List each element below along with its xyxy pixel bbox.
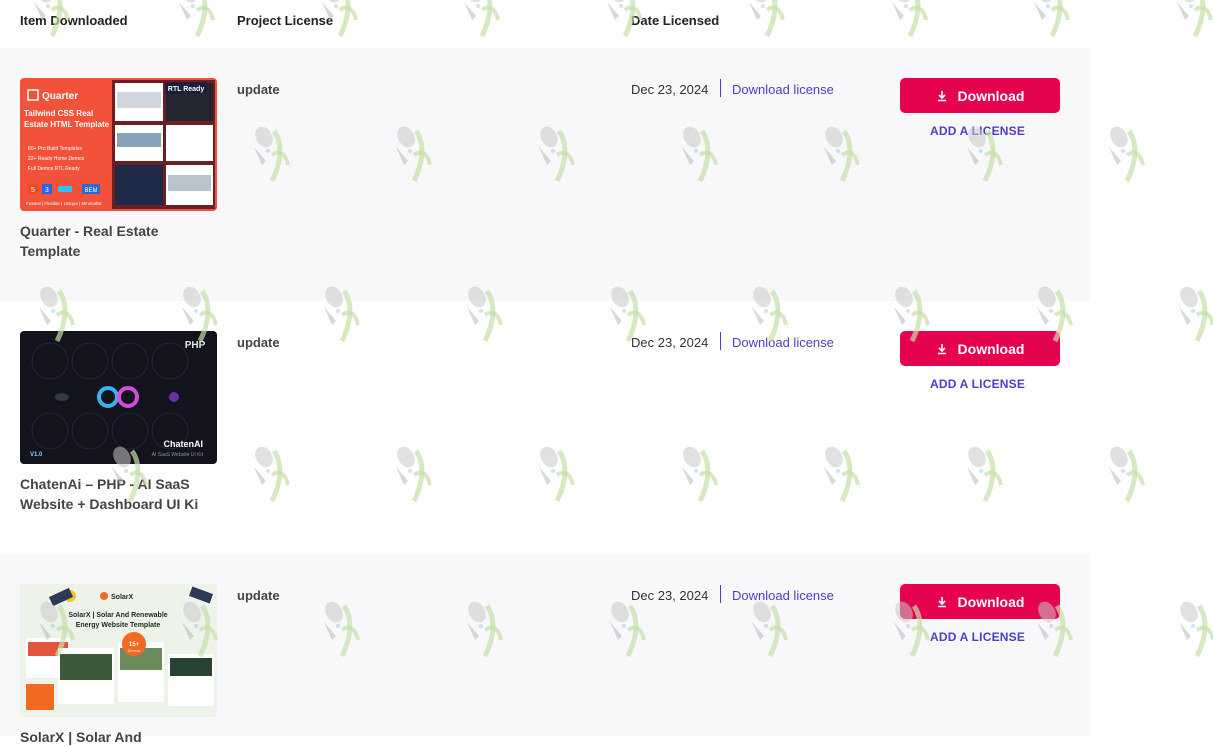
- thumb-brand: Quarter: [42, 91, 78, 102]
- thumb-tagline: AI SaaS Website UI Kit: [152, 452, 204, 458]
- item-title[interactable]: SolarX | Solar And: [20, 727, 220, 747]
- divider: [720, 79, 721, 97]
- thumb-badge: RTL Ready: [168, 86, 205, 93]
- add-license-link[interactable]: ADD A LICENSE: [930, 124, 1025, 138]
- table-row: RTL Ready Quarter Tailwind CSS Real Esta…: [0, 48, 1090, 301]
- table-row: SolarX SolarX | Solar And Renewable Ener…: [0, 554, 1090, 745]
- column-header-item: Item Downloaded: [20, 13, 128, 28]
- thumb-version: V1.0: [30, 452, 43, 458]
- download-button[interactable]: Download: [900, 331, 1060, 366]
- thumb-brand: SolarX: [111, 594, 134, 601]
- chatenai-thumbnail-art: PHP ChatenAI AI SaaS Website UI Kit V1.0: [20, 331, 217, 464]
- divider: [720, 332, 721, 350]
- download-button[interactable]: Download: [900, 78, 1060, 113]
- download-button-label: Download: [957, 87, 1025, 104]
- thumb-stack-html: 5: [31, 187, 35, 194]
- solarx-thumbnail-art: SolarX SolarX | Solar And Renewable Ener…: [20, 584, 217, 717]
- item-thumbnail[interactable]: RTL Ready Quarter Tailwind CSS Real Esta…: [20, 78, 217, 211]
- thumb-badge: PHP: [185, 340, 206, 351]
- table-row: PHP ChatenAI AI SaaS Website UI Kit V1.0…: [0, 301, 1090, 554]
- project-license: update: [237, 335, 280, 350]
- thumb-brand: ChatenAI: [163, 439, 203, 449]
- thumb-bullet: 80+ Pro Build Templates: [28, 146, 83, 152]
- date-licensed: Dec 23, 2024: [631, 82, 709, 97]
- date-licensed: Dec 23, 2024: [631, 335, 709, 350]
- project-license: update: [237, 82, 280, 97]
- item-title[interactable]: Quarter - Real Estate Template: [20, 221, 220, 261]
- download-icon: [937, 90, 946, 101]
- download-license-link[interactable]: Download license: [732, 335, 834, 350]
- item-thumbnail[interactable]: SolarX SolarX | Solar And Renewable Ener…: [20, 584, 217, 717]
- thumb-headline-a: SolarX | Solar And Renewable: [68, 612, 167, 619]
- project-license: update: [237, 588, 280, 603]
- quarter-thumbnail-art: RTL Ready Quarter Tailwind CSS Real Esta…: [20, 78, 217, 211]
- thumb-stack-css: 3: [45, 187, 49, 194]
- download-icon: [937, 343, 946, 354]
- thumb-headline-b: Energy Website Template: [76, 622, 161, 629]
- table-header: Item Downloaded Project License Date Lic…: [0, 0, 1090, 48]
- column-header-date: Date Licensed: [631, 13, 720, 28]
- date-licensed: Dec 23, 2024: [631, 588, 709, 603]
- divider: [720, 585, 721, 603]
- add-license-link[interactable]: ADD A LICENSE: [930, 377, 1025, 391]
- thumb-headline: Tailwind CSS Real Estate HTML Template: [24, 109, 110, 129]
- column-header-license: Project License: [237, 13, 334, 28]
- item-thumbnail[interactable]: PHP ChatenAI AI SaaS Website UI Kit V1.0: [20, 331, 217, 464]
- thumb-bullet: Full Demos RTL Ready: [28, 166, 80, 172]
- download-icon: [937, 596, 946, 607]
- download-license-link[interactable]: Download license: [732, 82, 834, 97]
- thumb-footer: Fastest | Flexible | Unique | Minimalist: [26, 201, 102, 206]
- thumb-badge-sub: Demos: [128, 648, 141, 653]
- item-title[interactable]: ChatenAi – PHP - AI SaaS Website + Dashb…: [20, 474, 220, 514]
- download-license-link[interactable]: Download license: [732, 588, 834, 603]
- thumb-bullet: 22+ Ready Home Demos: [28, 156, 85, 162]
- download-button-label: Download: [957, 340, 1025, 357]
- add-license-link[interactable]: ADD A LICENSE: [930, 630, 1025, 644]
- download-button[interactable]: Download: [900, 584, 1060, 619]
- download-button-label: Download: [957, 593, 1025, 610]
- thumb-stack-bem: BEM: [84, 188, 97, 194]
